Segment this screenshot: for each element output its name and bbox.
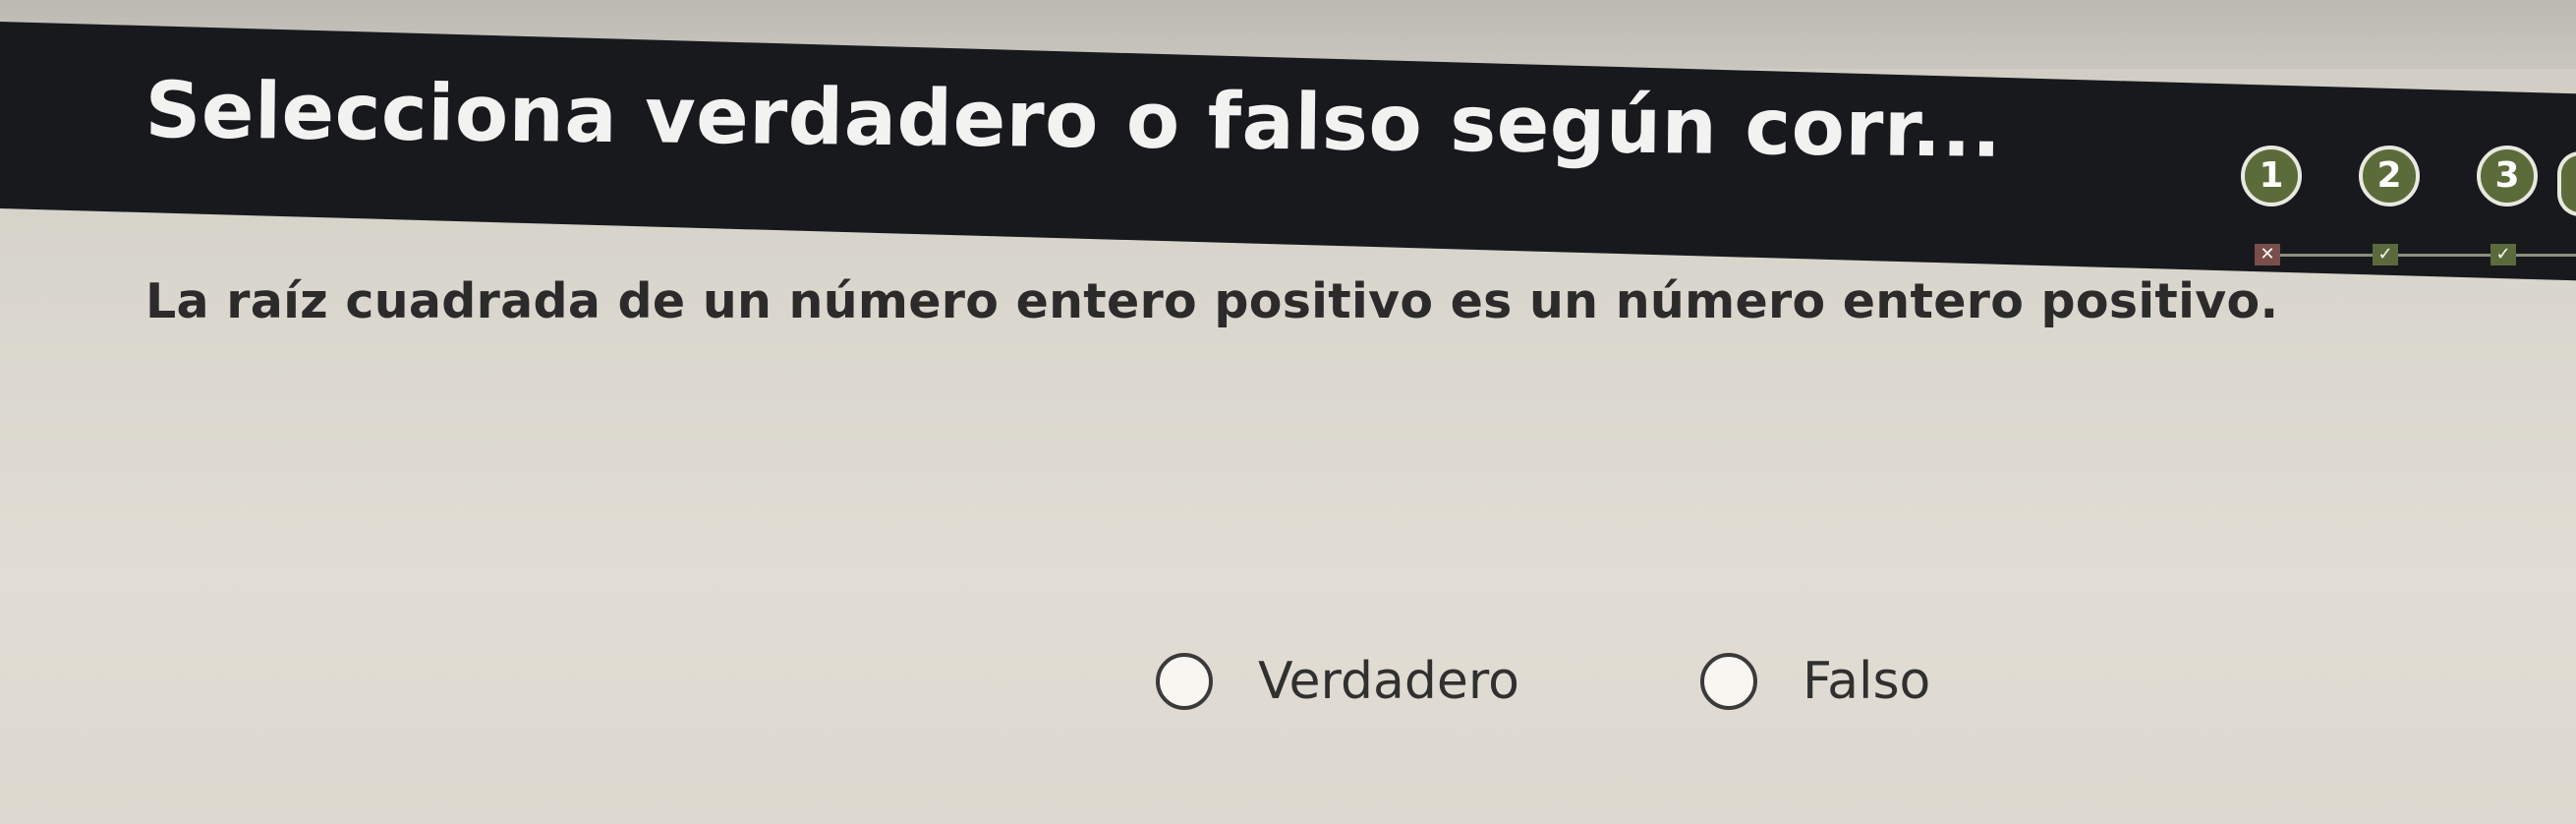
step-2[interactable]: 2 ✓: [2359, 146, 2422, 265]
question-text: La raíz cuadrada de un número entero pos…: [145, 273, 2279, 329]
option-label-verdadero[interactable]: Verdadero: [1258, 652, 1519, 711]
radio-button-icon[interactable]: [1700, 653, 1757, 710]
step-1-number[interactable]: 1: [2241, 146, 2302, 206]
check-mark-icon: ✓: [2490, 244, 2516, 265]
check-mark-icon: ✓: [2373, 244, 2398, 265]
x-mark-icon: ✕: [2255, 244, 2280, 265]
step-3[interactable]: 3 ✓: [2477, 146, 2540, 265]
radio-button-icon[interactable]: [1156, 653, 1213, 710]
option-verdadero[interactable]: Verdadero: [1156, 647, 1519, 716]
step-progress: 1 ✕ 2 ✓ 3 ✓: [2241, 146, 2576, 293]
option-label-falso[interactable]: Falso: [1803, 652, 1930, 711]
step-2-number[interactable]: 2: [2359, 146, 2420, 206]
step-3-number[interactable]: 3: [2477, 146, 2538, 206]
step-connector-line: [2280, 254, 2576, 257]
step-1[interactable]: 1 ✕: [2241, 146, 2304, 265]
option-falso[interactable]: Falso: [1700, 647, 1930, 716]
